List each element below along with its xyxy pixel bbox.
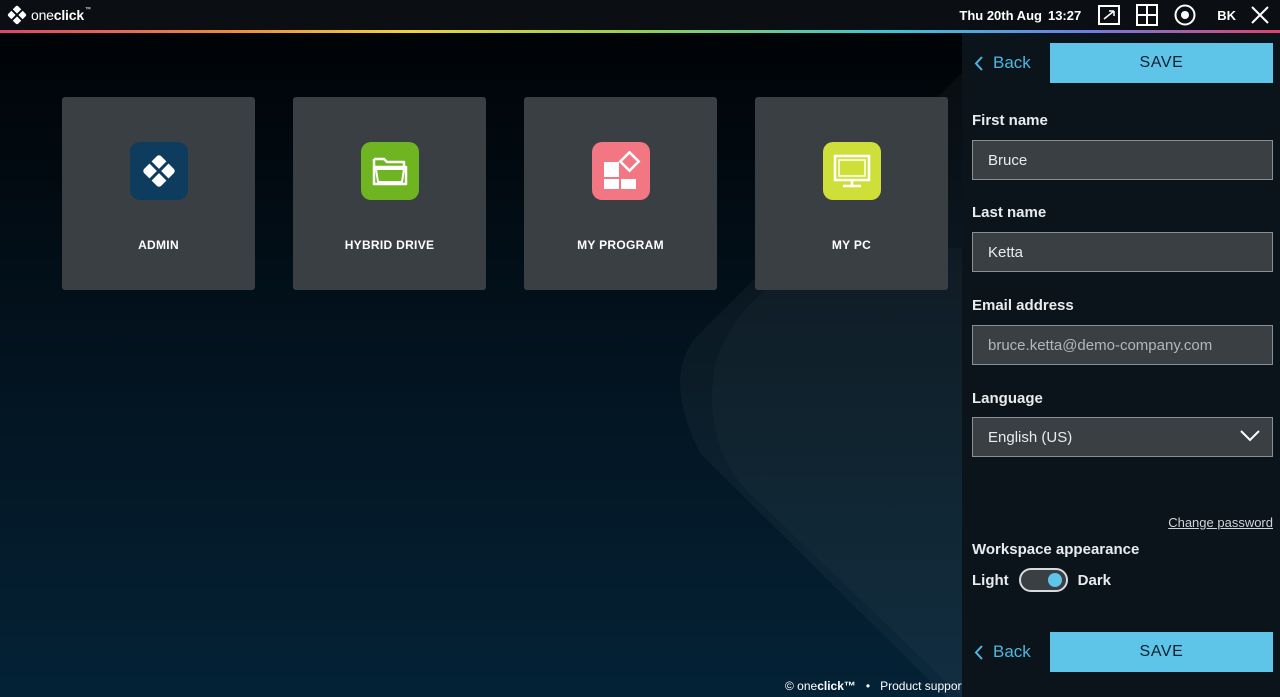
tile-my-program[interactable]: MY PROGRAM bbox=[524, 97, 717, 290]
top-bar: oneclick™ Thu 20th Aug 13:27 BK bbox=[0, 0, 1280, 30]
admin-diamond-icon bbox=[129, 142, 188, 200]
back-label: Back bbox=[993, 642, 1031, 661]
tile-hybrid-drive[interactable]: HYBRID DRIVE bbox=[293, 97, 486, 290]
tile-label: MY PROGRAM bbox=[577, 238, 664, 252]
email-label: Email address bbox=[972, 297, 1074, 314]
appearance-toggle[interactable] bbox=[1018, 568, 1068, 592]
grid-icon[interactable] bbox=[1135, 3, 1159, 27]
back-button-bottom[interactable]: Back bbox=[974, 642, 1031, 662]
window-icon[interactable] bbox=[1097, 3, 1121, 27]
monitor-icon bbox=[822, 142, 881, 200]
app-tiles: ADMIN HYBRID DRIVE MY PROGRAM MY PC bbox=[62, 97, 948, 290]
tile-my-pc[interactable]: MY PC bbox=[755, 97, 948, 290]
tile-label: ADMIN bbox=[138, 238, 179, 252]
first-name-label: First name bbox=[972, 112, 1048, 129]
close-icon[interactable] bbox=[1248, 3, 1272, 27]
tile-label: MY PC bbox=[831, 238, 872, 252]
save-button-bottom[interactable]: SAVE bbox=[1050, 632, 1273, 672]
tile-label: HYBRID DRIVE bbox=[344, 238, 435, 252]
toggle-knob bbox=[1047, 573, 1062, 587]
language-select[interactable]: English (US) bbox=[972, 417, 1273, 457]
footer-separator: • bbox=[865, 679, 871, 693]
change-password-link[interactable]: Change password bbox=[1168, 515, 1273, 530]
footer-brand: © oneclick™ bbox=[785, 679, 856, 693]
appearance-toggle-row: Light Dark bbox=[972, 568, 1111, 592]
email-field[interactable]: bruce.ketta@demo-company.com bbox=[972, 325, 1273, 365]
first-name-field[interactable]: Bruce bbox=[972, 140, 1273, 180]
oneclick-logo-icon bbox=[7, 5, 27, 25]
date-time: Thu 20th Aug 13:27 bbox=[959, 8, 1081, 23]
workspace: ADMIN HYBRID DRIVE MY PROGRAM MY PC bbox=[0, 33, 962, 697]
record-icon[interactable] bbox=[1173, 3, 1197, 27]
user-initials[interactable]: BK bbox=[1217, 8, 1236, 23]
back-button-top[interactable]: Back bbox=[974, 53, 1031, 73]
date-text: Thu 20th Aug bbox=[959, 7, 1042, 23]
logo-text: oneclick™ bbox=[31, 7, 91, 23]
profile-panel: Back SAVE First name Bruce Last name Ket… bbox=[962, 33, 1280, 697]
time-text: 13:27 bbox=[1047, 7, 1082, 23]
last-name-field[interactable]: Ketta bbox=[972, 232, 1273, 272]
chevron-down-icon bbox=[1240, 430, 1260, 442]
toggle-light-label: Light bbox=[972, 571, 1009, 589]
oneclick-logo[interactable]: oneclick™ bbox=[7, 0, 91, 30]
toggle-dark-label: Dark bbox=[1077, 571, 1112, 589]
chevron-left-icon bbox=[974, 644, 983, 660]
apps-icon bbox=[591, 142, 650, 200]
save-button-top[interactable]: SAVE bbox=[1050, 43, 1273, 83]
language-value: English (US) bbox=[988, 428, 1073, 446]
footer: © oneclick™ • Product support bbox=[785, 679, 962, 695]
product-support-link[interactable]: Product support bbox=[880, 679, 962, 693]
back-label: Back bbox=[993, 53, 1031, 72]
language-label: Language bbox=[972, 390, 1043, 407]
last-name-label: Last name bbox=[972, 204, 1047, 221]
chevron-left-icon bbox=[974, 55, 983, 71]
workspace-appearance-label: Workspace appearance bbox=[972, 541, 1140, 558]
tile-admin[interactable]: ADMIN bbox=[62, 97, 255, 290]
folder-icon bbox=[360, 142, 419, 200]
